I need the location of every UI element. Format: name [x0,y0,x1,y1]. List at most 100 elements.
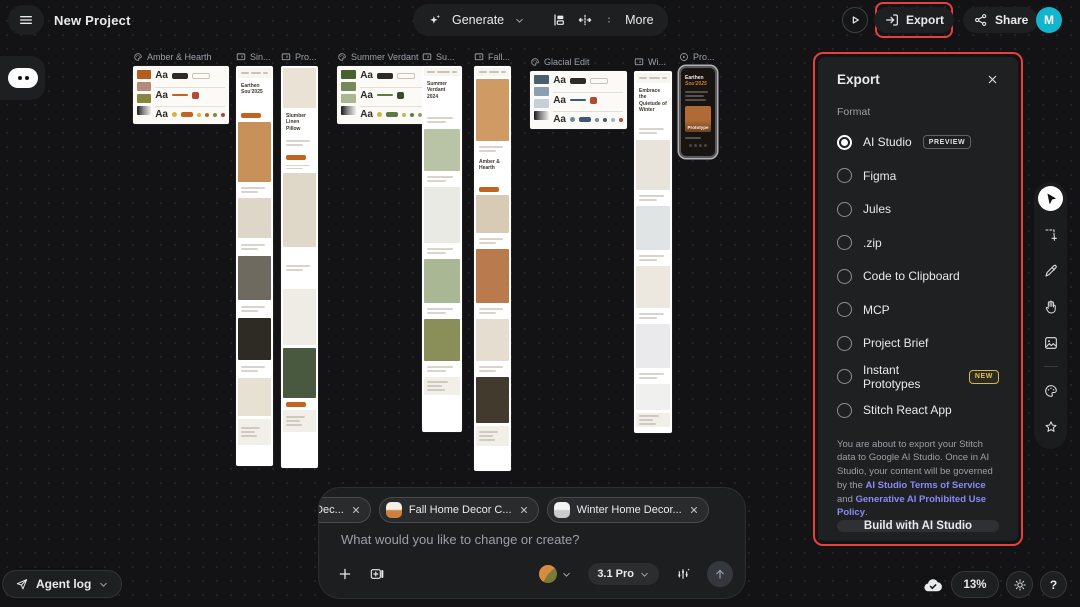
style-guide-card[interactable]: Aa Aa Aa [133,66,229,124]
screen-frame[interactable]: Embrace the Quietude of Winter [634,71,672,433]
palette-mini [133,52,143,62]
pen-icon[interactable] [1038,258,1063,283]
color-swatches [137,70,151,120]
generate-button[interactable]: Generate [452,13,504,27]
export-option-figma[interactable]: Figma [837,166,999,186]
canvas-frame[interactable]: Glacial Edit Aa Aa Aa [530,57,627,129]
export-option-ai-studio[interactable]: AI StudioPREVIEW [837,132,999,152]
radio-icon[interactable] [837,369,852,384]
export-option-label: Jules [863,202,891,216]
agent-log-button[interactable]: Agent log [2,570,122,598]
export-option-jules[interactable]: Jules [837,199,999,219]
color-swatches [341,70,356,120]
context-chip[interactable]: r Home Dec... [318,497,371,523]
chevron-down-icon [639,569,650,580]
screen-frame[interactable]: Summer Verdant 2024 [422,66,462,432]
monitor-mini [236,52,246,62]
theme-palette-icon[interactable] [1038,378,1063,403]
radio-icon[interactable] [837,403,852,418]
marquee-select-icon[interactable] [1038,222,1063,247]
resize-horizontal-icon[interactable] [577,12,593,28]
context-chip[interactable]: Fall Home Decor C... [379,497,539,523]
more-button[interactable]: More [625,13,653,27]
chevron-down-icon [98,579,109,590]
monitor-mini [281,52,291,62]
build-with-ai-studio-button[interactable]: Build with AI Studio [837,520,999,532]
radio-icon[interactable] [837,235,852,250]
radio-icon[interactable] [837,168,852,183]
image-icon[interactable] [1038,330,1063,355]
radio-icon[interactable] [837,302,852,317]
theme-swatch-selector[interactable] [539,565,572,583]
canvas-frame[interactable]: Pro...Earthen Sou'2025 Prototype [679,52,749,158]
chip-thumbnail [386,502,402,518]
radio-icon[interactable] [837,202,852,217]
export-option-mcp[interactable]: MCP [837,300,999,320]
radio-icon[interactable] [837,269,852,284]
share-button[interactable]: Share [963,7,1038,33]
export-highlight-box: Export [875,2,953,38]
frame-title: Fall... [488,52,510,62]
chip-thumbnail [554,502,570,518]
export-option-project-brief[interactable]: Project Brief [837,333,999,353]
play-icon [847,12,863,28]
prompt-input[interactable] [341,532,721,547]
export-option-label: MCP [863,303,890,317]
chevron-down-icon[interactable] [514,15,525,26]
star-icon[interactable] [1038,414,1063,439]
add-frame-icon[interactable] [369,566,385,582]
remove-chip-icon[interactable] [519,505,529,515]
remove-chip-icon[interactable] [351,505,361,515]
play-mini [679,52,689,62]
policy-link[interactable]: Generative AI Prohibited Use Policy [837,494,986,519]
type-samples: Aa Aa Aa [553,75,623,125]
help-button[interactable]: ? [1040,571,1067,598]
sparkle-icon [427,13,442,28]
model-selector[interactable]: 3.1 Pro [588,563,659,585]
sun-icon [1013,578,1027,592]
prototype-phone-frame[interactable]: Earthen Sou'2025 Prototype [679,66,717,158]
style-guide-card[interactable]: Aa Aa Aa [337,66,434,124]
add-attachment-icon[interactable] [337,566,353,582]
expand-panel-button[interactable] [8,68,38,88]
export-option-code-to-clipboard[interactable]: Code to Clipboard [837,266,999,286]
export-option-label: Instant Prototypes [863,363,958,391]
context-chip[interactable]: Winter Home Decor... [547,497,709,523]
export-button[interactable]: Export [874,7,954,33]
style-guide-card[interactable]: Aa Aa Aa [530,71,627,129]
canvas-frame[interactable]: Amber & Hearth Aa Aa Aa [133,52,229,124]
policy-link[interactable]: AI Studio Terms of Service [866,480,986,491]
avatar[interactable]: M [1036,7,1062,33]
kebab-divider-icon [603,13,615,27]
export-option-stitch-react-app[interactable]: Stitch React App [837,400,999,420]
screen-frame[interactable]: Amber & Hearth [474,66,511,471]
zoom-level[interactable]: 13% [951,571,999,598]
chevron-down-icon [561,569,572,580]
close-icon[interactable] [986,73,999,86]
radio-icon[interactable] [837,135,852,150]
preview-play-button[interactable] [842,7,868,33]
screen-frame[interactable]: Slumber Linen Pillow [281,66,318,468]
menu-button[interactable] [8,5,44,35]
frame-title: Amber & Hearth [147,52,212,62]
brightness-toggle[interactable] [1006,571,1033,598]
export-option-label: Code to Clipboard [863,269,960,283]
arrow-up-icon [713,567,727,581]
tune-icon[interactable] [675,566,691,582]
export-option--zip[interactable]: .zip [837,233,999,253]
remove-chip-icon[interactable] [689,505,699,515]
frame-title: Summer Verdant [351,52,419,62]
cursor-icon[interactable] [1038,186,1063,211]
tools-toolbar [1034,182,1067,449]
monitor-mini [422,52,432,62]
export-option-label: AI Studio [863,135,912,149]
disclaimer-text: . [865,507,868,518]
layout-icon[interactable] [551,12,567,28]
export-option-instant-prototypes[interactable]: Instant PrototypesNEW [837,367,999,387]
hand-icon[interactable] [1038,294,1063,319]
send-button[interactable] [707,561,733,587]
screen-frame[interactable]: Earthen Sou'2025 [236,66,273,466]
option-badge: NEW [969,370,999,384]
canvas-frame[interactable]: Summer Verdant Aa Aa Aa [337,52,434,124]
radio-icon[interactable] [837,336,852,351]
